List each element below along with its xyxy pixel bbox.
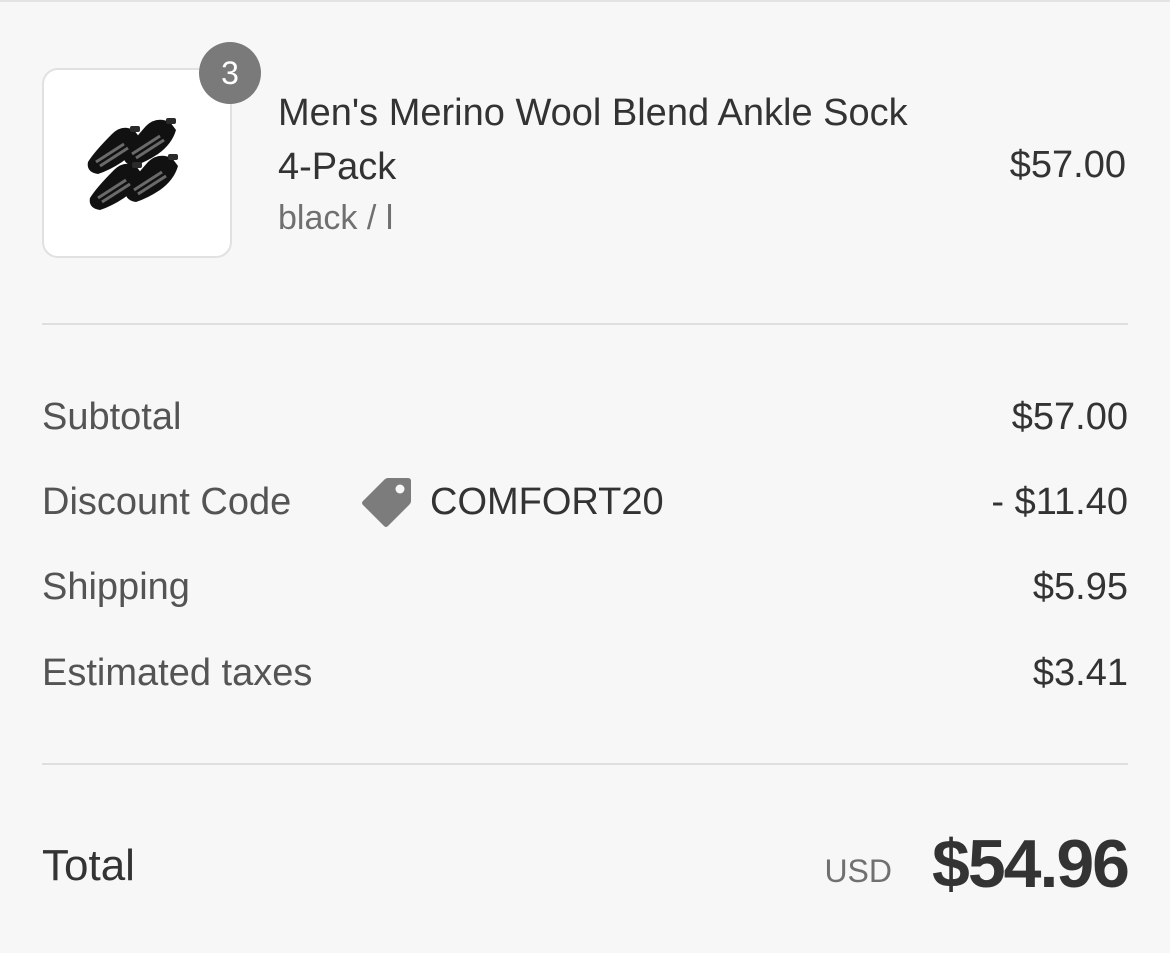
product-thumbnail [42, 68, 232, 258]
taxes-row: Estimated taxes $3.41 [42, 645, 1128, 701]
taxes-label: Estimated taxes [42, 652, 313, 694]
product-variant: black / l [278, 199, 394, 237]
product-price: $57.00 [1009, 144, 1126, 186]
shipping-value: $5.95 [1032, 566, 1128, 608]
ankle-socks-image [87, 118, 178, 210]
total-label: Total [42, 841, 135, 890]
top-divider [0, 0, 1170, 2]
shipping-label: Shipping [42, 566, 190, 608]
product-name: Men's Merino Wool Blend Ankle Sock 4-Pac… [278, 92, 908, 188]
tag-icon [362, 478, 411, 527]
quantity-badge: 3 [199, 42, 261, 104]
discount-value: - $11.40 [991, 481, 1128, 523]
subtotal-row: Subtotal $57.00 [42, 389, 1128, 445]
discount-label: Discount Code [42, 481, 292, 523]
subtotal-label: Subtotal [42, 396, 182, 438]
total-amount: $54.96 [932, 826, 1130, 902]
subtotal-value: $57.00 [1011, 396, 1128, 438]
total-currency: USD [824, 853, 892, 889]
divider-total [42, 763, 1128, 765]
divider-products [42, 323, 1128, 325]
discount-code: COMFORT20 [430, 481, 664, 523]
shipping-row: Shipping $5.95 [42, 559, 1128, 615]
total-row: Total USD $54.96 [42, 820, 1130, 910]
discount-row: Discount Code COMFORT20 - $11.40 [42, 474, 1128, 530]
taxes-value: $3.41 [1032, 652, 1128, 694]
